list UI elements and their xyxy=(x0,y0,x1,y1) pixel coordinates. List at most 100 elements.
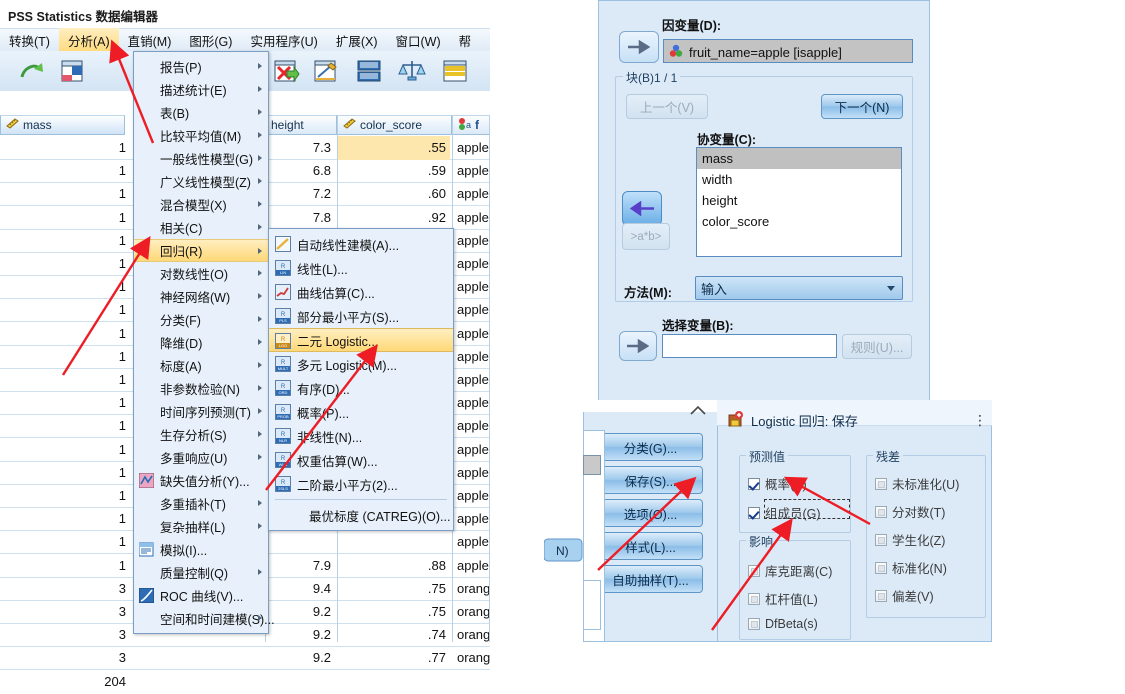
analyze-menu-item-8[interactable]: 回归(R) xyxy=(134,239,268,262)
goto-variable-icon[interactable] xyxy=(58,57,86,85)
analyze-menu-item-15[interactable]: 时间序列预测(T) xyxy=(134,400,268,423)
menubar-item-1[interactable]: 分析(A) xyxy=(59,28,119,54)
cell-fruit-name[interactable]: apple xyxy=(453,484,493,508)
cell-color-score[interactable]: .60 xyxy=(338,182,450,206)
covariates-listbox[interactable]: masswidthheightcolor_score xyxy=(696,147,902,257)
cell-height[interactable]: 7.8 xyxy=(265,206,335,230)
partial-button-fragment[interactable]: N) xyxy=(544,535,584,565)
cell-fruit-name[interactable]: orang xyxy=(453,600,493,624)
cell-height[interactable]: 9.4 xyxy=(265,577,335,601)
checkbox-cooks-distance[interactable]: 库克距离(C) xyxy=(748,561,832,580)
analyze-menu-item-21[interactable]: 模拟(I)... xyxy=(134,538,268,561)
cell-fruit-name[interactable]: apple xyxy=(453,229,493,253)
cell-color-score[interactable]: .92 xyxy=(338,206,450,230)
analyze-dropdown-menu[interactable]: 报告(P)描述统计(E)表(B)比较平均值(M)一般线性模型(G)广义线性模型(… xyxy=(133,51,269,634)
cell-fruit-name[interactable]: apple xyxy=(453,414,493,438)
cell-color-score[interactable]: .75 xyxy=(338,600,450,624)
titlebar-controls[interactable]: ⋮ xyxy=(973,412,988,429)
interaction-button[interactable]: >a*b> xyxy=(622,223,670,250)
checkbox-deviance[interactable]: 偏差(V) xyxy=(875,586,934,605)
regression-submenu-item-5[interactable]: RMULT多元 Logistic(M)... xyxy=(269,352,453,376)
cell-fruit-name[interactable]: apple xyxy=(453,461,493,485)
analyze-menu-item-16[interactable]: 生存分析(S) xyxy=(134,423,268,446)
cell-height[interactable] xyxy=(265,530,335,554)
cell-height[interactable]: 9.2 xyxy=(265,623,335,647)
regression-submenu-item-7[interactable]: RPROB概率(P)... xyxy=(269,400,453,424)
cell-fruit-name[interactable]: apple xyxy=(453,530,493,554)
column-header-color-score[interactable]: color_score xyxy=(337,115,452,135)
cell-color-score[interactable]: .75 xyxy=(338,577,450,601)
regression-submenu[interactable]: 自动线性建模(A)...RLIN线性(L)...曲线估算(C)...RPLS部分… xyxy=(268,228,454,531)
move-to-selection-button[interactable] xyxy=(619,331,657,361)
checkbox-probabilities[interactable]: 概率(P) xyxy=(748,474,807,493)
move-to-dependent-button[interactable] xyxy=(619,31,659,63)
cell-fruit-name[interactable]: apple xyxy=(453,345,493,369)
analyze-menu-item-14[interactable]: 非参数检验(N) xyxy=(134,377,268,400)
rule-button[interactable]: 规则(U)... xyxy=(842,334,912,359)
move-to-covariates-button[interactable] xyxy=(622,191,662,226)
cell-fruit-name[interactable]: apple xyxy=(453,275,493,299)
regression-submenu-item-4[interactable]: RLOG二元 Logistic... xyxy=(269,328,453,352)
cell-fruit-name[interactable]: apple xyxy=(453,438,493,462)
regression-submenu-item-8[interactable]: RNLR非线性(N)... xyxy=(269,424,453,448)
regression-submenu-item-11[interactable]: 最优标度 (CATREG)(O)... xyxy=(269,503,453,527)
covariate-item[interactable]: width xyxy=(697,169,901,190)
covariate-item[interactable]: height xyxy=(697,190,901,211)
value-labels-icon[interactable] xyxy=(312,57,340,85)
regression-submenu-item-1[interactable]: RLIN线性(L)... xyxy=(269,256,453,280)
side-button-3[interactable]: 样式(L)... xyxy=(598,532,703,560)
analyze-menu-item-24[interactable]: 空间和时间建模(S)... xyxy=(134,607,268,630)
column-header-mass[interactable]: mass xyxy=(0,115,125,135)
regression-submenu-item-9[interactable]: RWLS权重估算(W)... xyxy=(269,448,453,472)
cell-fruit-name[interactable]: apple xyxy=(453,298,493,322)
analyze-menu-item-11[interactable]: 分类(F) xyxy=(134,308,268,331)
cell-color-score[interactable] xyxy=(338,530,450,554)
split-file-icon[interactable] xyxy=(355,57,383,85)
chevron-up-icon[interactable] xyxy=(688,404,708,419)
analyze-menu-item-10[interactable]: 神经网络(W) xyxy=(134,285,268,308)
cell-height[interactable]: 6.8 xyxy=(265,159,335,183)
cell-color-score[interactable]: .88 xyxy=(338,554,450,578)
cell-fruit-name[interactable]: apple xyxy=(453,252,493,276)
checkbox-dfbeta[interactable]: DfBeta(s) xyxy=(748,617,818,631)
analyze-menu-item-1[interactable]: 描述统计(E) xyxy=(134,78,268,101)
cell-fruit-name[interactable]: orang xyxy=(453,623,493,647)
side-button-1[interactable]: 保存(S)... xyxy=(598,466,703,494)
analyze-menu-item-9[interactable]: 对数线性(O) xyxy=(134,262,268,285)
checkbox-studentized[interactable]: 学生化(Z) xyxy=(875,530,945,549)
redo-icon[interactable] xyxy=(18,57,46,85)
analyze-menu-item-19[interactable]: 多重插补(T) xyxy=(134,492,268,515)
checkbox-standardized[interactable]: 标准化(N) xyxy=(875,558,947,577)
next-block-button[interactable]: 下一个(N) xyxy=(821,94,903,119)
analyze-menu-item-6[interactable]: 混合模型(X) xyxy=(134,193,268,216)
regression-submenu-item-0[interactable]: 自动线性建模(A)... xyxy=(269,232,453,256)
menubar-item-2[interactable]: 直销(M) xyxy=(119,28,181,54)
analyze-menu-item-2[interactable]: 表(B) xyxy=(134,101,268,124)
dependent-variable-field[interactable]: fruit_name=apple [isapple] xyxy=(663,39,913,63)
analyze-menu-item-5[interactable]: 广义线性模型(Z) xyxy=(134,170,268,193)
analyze-menu-item-0[interactable]: 报告(P) xyxy=(134,55,268,78)
side-button-0[interactable]: 分类(G)... xyxy=(598,433,703,461)
menubar-item-6[interactable]: 窗口(W) xyxy=(386,28,449,54)
checkbox-unstandardized[interactable]: 未标准化(U) xyxy=(875,474,959,493)
cell-height[interactable]: 7.3 xyxy=(265,136,335,160)
checkbox-logit[interactable]: 分对数(T) xyxy=(875,502,945,521)
analyze-menu-item-13[interactable]: 标度(A) xyxy=(134,354,268,377)
method-combobox[interactable]: 输入 xyxy=(695,276,903,300)
cell-color-score[interactable]: .77 xyxy=(338,646,450,670)
previous-block-button[interactable]: 上一个(V) xyxy=(626,94,708,119)
cell-height[interactable]: 7.9 xyxy=(265,554,335,578)
covariate-item[interactable]: color_score xyxy=(697,211,901,232)
analyze-menu-item-20[interactable]: 复杂抽样(L) xyxy=(134,515,268,538)
cell-color-score[interactable]: .59 xyxy=(338,159,450,183)
weight-cases-icon[interactable] xyxy=(398,57,426,85)
regression-submenu-item-3[interactable]: RPLS部分最小平方(S)... xyxy=(269,304,453,328)
cell-fruit-name[interactable]: apple xyxy=(453,136,493,160)
cell-fruit-name[interactable]: orang xyxy=(453,577,493,601)
analyze-menu-item-4[interactable]: 一般线性模型(G) xyxy=(134,147,268,170)
cell-color-score[interactable]: .55 xyxy=(338,136,450,160)
menubar-item-4[interactable]: 实用程序(U) xyxy=(241,28,326,54)
cell-color-score[interactable]: .74 xyxy=(338,623,450,647)
cell-fruit-name[interactable]: apple xyxy=(453,182,493,206)
cell-fruit-name[interactable]: orang xyxy=(453,646,493,670)
